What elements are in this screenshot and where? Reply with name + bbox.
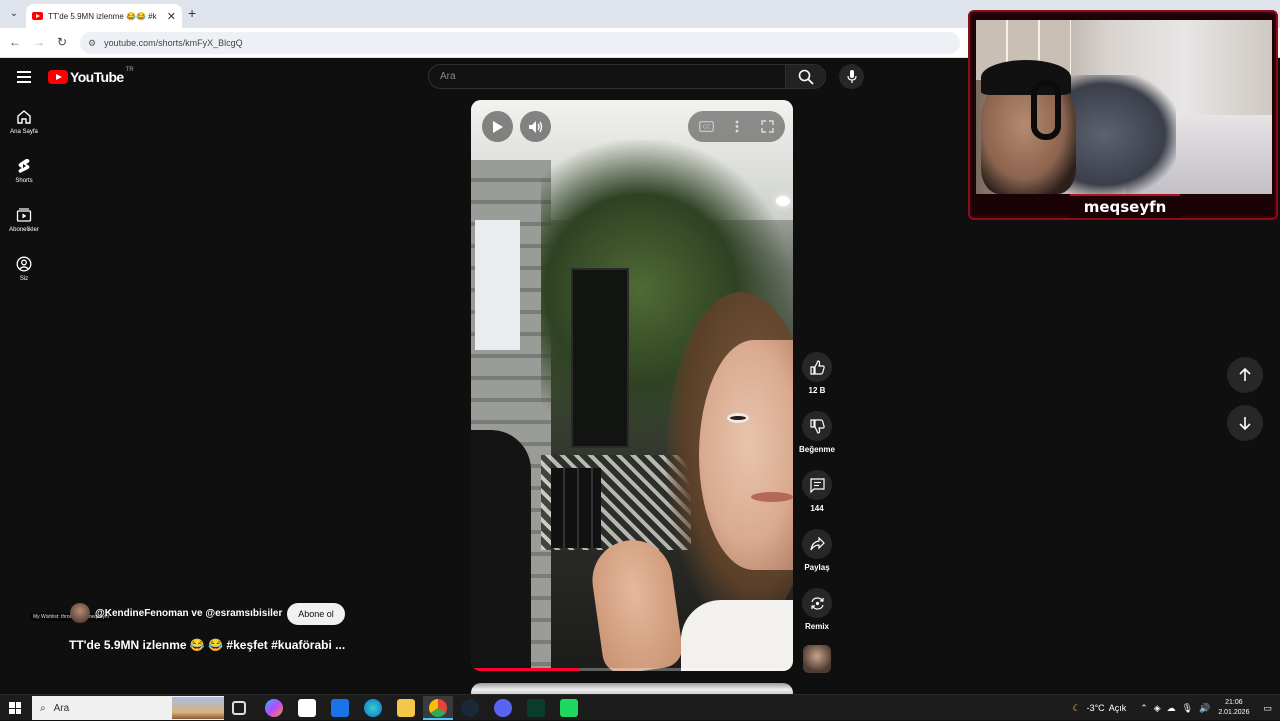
comment-icon [809,477,825,493]
search-icon: ⌕ [40,702,46,714]
windows-start-icon[interactable] [9,702,21,714]
like-icon [809,359,825,375]
sidebar-item-subscriptions[interactable]: Abonelikler [0,202,48,251]
comments-button[interactable]: 144 [796,470,838,529]
voice-search-button[interactable] [839,64,864,89]
discord-icon[interactable] [494,699,512,717]
youtube-play-logo-icon [48,70,68,84]
weather-temp[interactable]: -3°C [1087,703,1105,713]
taskbar: ⌕ Ara ☾ -3°C Açık ⌃ ◈ ☁ 🎙 🔊 21:06 2.01.2… [0,694,1280,720]
clock[interactable]: 21:06 2.01.2026 [1218,698,1249,718]
search-highlight-image [172,697,224,719]
like-button[interactable]: 12 B [796,352,838,411]
microphone-icon [846,69,857,83]
share-button[interactable]: Paylaş [796,529,838,588]
more-options-icon[interactable] [735,120,739,133]
shorts-video-player[interactable]: CC [471,100,793,671]
microphone-tray-icon[interactable]: 🎙 [1182,703,1193,714]
sidebar-item-shorts[interactable]: Shorts [0,153,48,202]
next-short-preview[interactable] [471,683,793,694]
app-tray-icon[interactable]: ☁ [1167,703,1176,714]
home-icon [17,110,31,124]
video-controls-group: CC [688,111,785,142]
volume-icon [528,120,542,133]
address-bar[interactable]: ⚙ youtube.com/shorts/kmFyX_BlcgQ [80,32,960,54]
captions-icon[interactable]: CC [698,121,714,132]
microsoft-store-icon[interactable] [298,699,316,717]
steam-icon[interactable] [461,699,479,717]
webcam-overlay: meqseyfn [968,10,1278,220]
short-title[interactable]: TT'de 5.9MN izlenme 😂 😂 #keşfet #kuaföra… [69,638,345,652]
subscribe-button[interactable]: Abone ol [287,603,345,625]
youtube-logo[interactable]: YouTube TR [48,67,134,85]
webcam-feed [976,20,1272,194]
channel-avatar[interactable] [803,645,831,673]
account-icon [16,256,32,272]
task-view-icon[interactable] [232,701,246,715]
streamer-name: meqseyfn [1070,194,1180,218]
subscriptions-icon [16,208,32,222]
back-arrow-icon[interactable]: ← [9,35,21,49]
shorts-icon [18,159,30,173]
play-icon [492,120,503,133]
remix-icon [810,596,824,610]
weather-desc[interactable]: Açık [1109,703,1127,713]
video-progress-bar[interactable] [471,668,793,671]
network-icon[interactable]: ◈ [1154,703,1161,714]
new-tab-plus-icon[interactable]: + [188,5,196,21]
taskbar-search[interactable]: ⌕ Ara [32,696,224,720]
copilot-icon[interactable] [265,699,283,717]
previous-short-button[interactable] [1227,357,1263,393]
arrow-down-icon [1239,417,1251,430]
tray-chevron-icon[interactable]: ⌃ [1140,703,1148,714]
system-tray: ☾ -3°C Açık ⌃ ◈ ☁ 🎙 🔊 21:06 2.01.2026 ▭ [1073,695,1273,721]
play-button[interactable] [482,111,513,142]
sidebar-item-home[interactable]: Ana Sayfa [0,104,48,153]
search-input[interactable]: Ara [429,65,785,88]
sidebar-item-you[interactable]: Siz [0,251,48,300]
video-progress-fill [471,668,581,671]
svg-text:CC: CC [703,125,711,131]
site-info-icon[interactable]: ⚙ [88,38,96,49]
remix-button[interactable]: Remix [796,588,838,647]
sidebar: Ana Sayfa Shorts Abonelikler Siz [0,104,48,300]
shorts-action-bar: 12 B Beğenme 144 Paylaş Remix [796,352,838,647]
reload-icon[interactable]: ↻ [57,35,67,49]
headset [1031,80,1061,140]
file-explorer-icon[interactable] [397,699,415,717]
forward-arrow-icon[interactable]: → [33,35,45,49]
notification-icon[interactable]: ▭ [1263,703,1272,714]
edge-icon[interactable] [364,699,382,717]
menu-icon[interactable] [17,71,31,86]
app-icon[interactable] [527,699,545,717]
tab-close-icon[interactable]: ✕ [167,10,176,23]
dislike-button[interactable]: Beğenme [796,411,838,470]
share-icon [809,536,825,550]
arrow-up-icon [1239,368,1251,381]
channel-avatar-small[interactable] [70,603,90,623]
url-text: youtube.com/shorts/kmFyX_BlcgQ [104,38,243,48]
fullscreen-icon[interactable] [761,120,774,133]
youtube-favicon-icon [32,12,43,20]
streaming-app-icon[interactable] [560,699,578,717]
volume-tray-icon[interactable]: 🔊 [1199,703,1210,714]
next-short-button[interactable] [1227,405,1263,441]
dislike-icon [809,418,825,434]
volume-button[interactable] [520,111,551,142]
browser-tab[interactable]: TT'de 5.9MN izlenme 😂😂 #k ✕ [26,4,182,28]
search-button[interactable] [785,65,825,88]
channel-handles[interactable]: @KendineFenoman ve @esramsıbisiler [95,608,282,619]
search-box[interactable]: Ara [428,64,826,89]
tab-title: TT'de 5.9MN izlenme 😂😂 #k [48,11,157,21]
chrome-icon[interactable] [429,699,447,717]
mail-icon[interactable] [331,699,349,717]
search-icon [798,69,814,85]
weather-moon-icon[interactable]: ☾ [1073,703,1081,714]
tab-list-chevron-icon[interactable]: ⌄ [6,6,22,22]
